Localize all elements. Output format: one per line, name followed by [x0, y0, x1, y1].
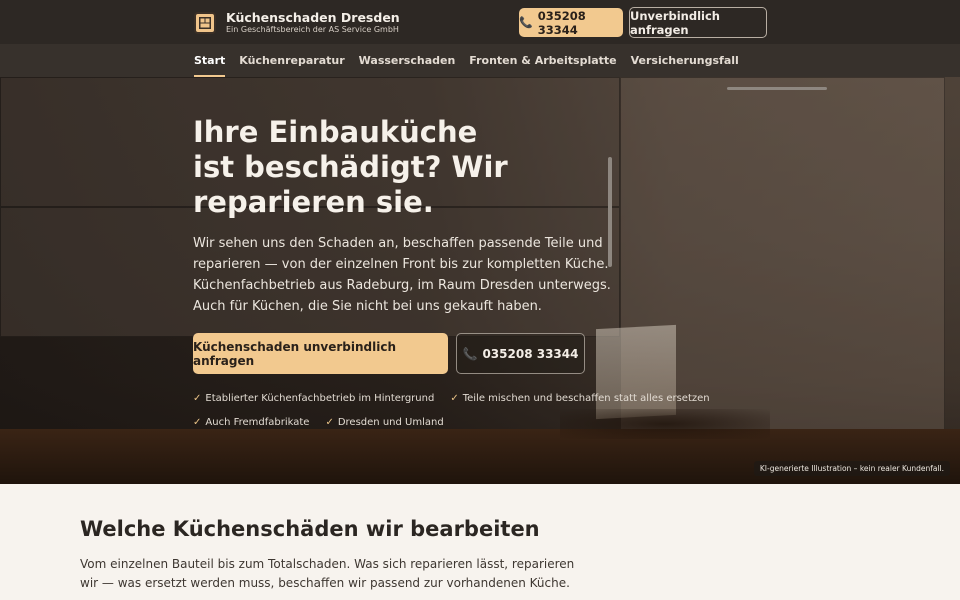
- brand-name: Küchenschaden Dresden: [226, 10, 400, 25]
- water-damage-illustration: [560, 409, 770, 439]
- benefits-row: ✓ Auch Fremdfabrikate ✓ Dresden und Umla…: [193, 417, 444, 428]
- benefit-item: ✓ Dresden und Umland: [325, 417, 443, 428]
- phone-cta-button[interactable]: 📞 035208 33344: [456, 333, 585, 374]
- nav-item-start[interactable]: Start: [194, 44, 226, 77]
- benefits-row: ✓ Etablierter Küchenfachbetrieb im Hinte…: [193, 393, 710, 404]
- header-phone-label: 035208 33344: [537, 8, 586, 37]
- header-inquiry-button[interactable]: Unverbindlich anfragen: [629, 7, 767, 38]
- check-icon: ✓: [450, 393, 459, 404]
- brand-link[interactable]: Küchenschaden Dresden Ein Geschäftsberei…: [194, 11, 400, 35]
- phone-icon: 📞: [462, 346, 478, 361]
- benefit-label: Teile mischen und beschaffen statt alles…: [462, 393, 710, 404]
- ai-illustration-note: KI-generierte Illustration – kein realer…: [753, 461, 950, 476]
- check-icon: ✓: [193, 393, 202, 404]
- benefit-label: Auch Fremdfabrikate: [205, 417, 310, 428]
- header-phone-button[interactable]: 📞 035208 33344: [519, 8, 623, 37]
- kitchen-logo-icon: [194, 11, 216, 34]
- nav-item-kuechenreparatur[interactable]: Küchenreparatur: [239, 44, 344, 77]
- hero-section: Ihre Einbauküche ist beschädigt? Wir rep…: [0, 77, 960, 484]
- phone-icon: 📞: [519, 16, 533, 29]
- section-description: Vom einzelnen Bauteil bis zum Totalschad…: [80, 557, 575, 590]
- section-title: Welche Küchenschäden wir bearbeiten: [80, 517, 540, 541]
- nav-item-fronten-arbeitsplatte[interactable]: Fronten & Arbeitsplatte: [469, 44, 616, 77]
- hero-description: Wir sehen uns den Schaden an, beschaffen…: [193, 236, 611, 314]
- benefit-label: Dresden und Umland: [337, 417, 444, 428]
- brand-subtitle: Ein Geschäftsbereich der AS Service GmbH: [226, 25, 399, 35]
- check-icon: ✓: [325, 417, 334, 428]
- nav-item-wasserschaden[interactable]: Wasserschaden: [359, 44, 456, 77]
- phone-cta-label: 035208 33344: [482, 346, 579, 361]
- nav-item-versicherungsfall[interactable]: Versicherungsfall: [631, 44, 739, 77]
- hero-title: Ihre Einbauküche ist beschädigt? Wir rep…: [193, 115, 508, 219]
- site-header: Küchenschaden Dresden Ein Geschäftsberei…: [0, 0, 960, 44]
- cabinet-handle: [727, 87, 827, 90]
- damaged-panel-illustration: [596, 324, 676, 420]
- main-navigation: Start Küchenreparatur Wasserschaden Fron…: [0, 44, 960, 77]
- benefit-label: Etablierter Küchenfachbetrieb im Hinterg…: [205, 393, 435, 404]
- benefit-item: ✓ Etablierter Küchenfachbetrieb im Hinte…: [193, 393, 434, 404]
- benefit-item: ✓ Auch Fremdfabrikate: [193, 417, 309, 428]
- check-icon: ✓: [193, 417, 202, 428]
- inquiry-cta-button[interactable]: Küchenschaden unverbindlich anfragen: [193, 333, 448, 374]
- benefit-item: ✓ Teile mischen und beschaffen statt all…: [450, 393, 709, 404]
